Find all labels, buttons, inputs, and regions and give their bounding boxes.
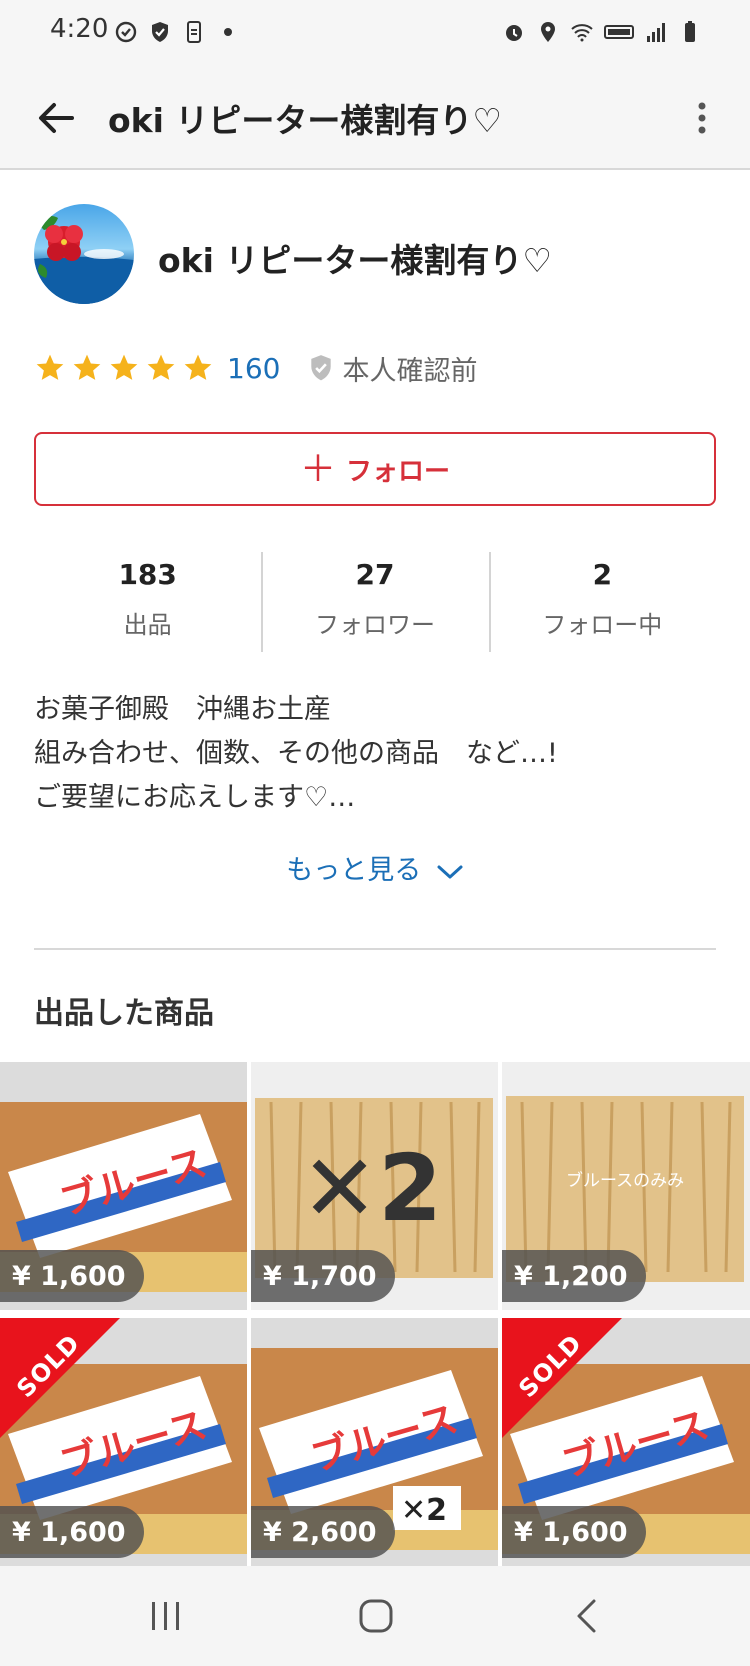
stats-row: 183 出品 27 フォロワー 2 フォロー中 (34, 552, 716, 652)
home-icon[interactable] (358, 1596, 394, 1636)
status-notification-icons (114, 20, 240, 44)
system-nav-bar (0, 1566, 750, 1666)
product-item[interactable]: ブルース ¥ 1,600 (0, 1062, 247, 1310)
bio-line: お菓子御殿 沖縄お土産 (34, 694, 331, 725)
hibiscus-image (34, 216, 134, 304)
product-image-extra-text: ✕2 (401, 1493, 447, 1528)
shield-icon (152, 22, 168, 42)
verification-status: 本人確認前 (308, 349, 477, 388)
phone-sync-icon (187, 21, 201, 43)
battery-icon (685, 21, 695, 42)
location-icon (541, 22, 555, 42)
avatar[interactable] (34, 204, 134, 304)
product-item[interactable]: ブルース SOLD ¥ 1,600 (0, 1318, 247, 1566)
price-tag: ¥ 1,600 (502, 1506, 646, 1558)
follow-button[interactable]: ＋ フォロー (34, 432, 716, 506)
section-title: 出品した商品 (34, 996, 214, 1031)
stat-label: フォロー中 (542, 611, 663, 639)
bio-line: ご要望にお応えします♡… (34, 782, 356, 813)
stat-listings[interactable]: 183 出品 (34, 552, 261, 652)
check-circle-icon (115, 21, 137, 43)
stat-followers[interactable]: 27 フォロワー (261, 552, 488, 652)
signal-icon (647, 23, 665, 42)
divider (34, 948, 716, 950)
back-arrow-icon[interactable] (28, 90, 84, 146)
alarm-icon (506, 25, 522, 41)
price-tag: ¥ 1,200 (502, 1250, 646, 1302)
product-image-text: ブルースのみみ (566, 1170, 684, 1191)
star-icon (147, 354, 175, 380)
status-time: 4:20 (50, 14, 109, 44)
plus-icon: ＋ (299, 448, 336, 489)
product-item[interactable]: ✕2 ¥ 1,700 (251, 1062, 498, 1310)
product-image-text: ✕2 (301, 1135, 442, 1242)
star-icon (110, 354, 138, 380)
price-tag: ¥ 1,700 (251, 1250, 395, 1302)
more-vertical-icon[interactable] (682, 90, 722, 146)
rating-count[interactable]: 160 (227, 352, 280, 385)
status-system-icons (502, 20, 702, 44)
bio-line: 組み合わせ、個数、その他の商品 など…! (34, 738, 558, 769)
recent-apps-icon[interactable] (146, 1598, 186, 1634)
dot-icon (224, 28, 232, 36)
app-bar: oki リピーター様割有り♡ (0, 66, 750, 170)
product-item[interactable]: ブルース ✕2 ¥ 2,600 (251, 1318, 498, 1566)
show-more-label: もっと見る (286, 855, 422, 886)
page-title: oki リピーター様割有り♡ (108, 101, 503, 140)
profile-bio: お菓子御殿 沖縄お土産 組み合わせ、個数、その他の商品 など…! ご要望にお応え… (34, 688, 716, 820)
profile-name: oki リピーター様割有り♡ (158, 241, 553, 280)
price-tag: ¥ 1,600 (0, 1506, 144, 1558)
stat-value: 27 (355, 558, 395, 591)
verification-label: 本人確認前 (342, 355, 478, 387)
price-tag: ¥ 2,600 (251, 1506, 395, 1558)
stat-label: 出品 (123, 611, 172, 639)
status-bar: 4:20 (0, 0, 750, 66)
star-icon (184, 354, 212, 380)
product-item[interactable]: ブルースのみみ ¥ 1,200 (502, 1062, 750, 1310)
stat-label: フォロワー (314, 611, 435, 639)
star-icon (73, 354, 101, 380)
shield-check-icon (311, 355, 332, 381)
stat-value: 2 (592, 558, 613, 591)
product-grid: ブルース ¥ 1,600 ✕2 ¥ 1,700 ブルースのみみ ¥ 1,200 … (0, 1062, 750, 1566)
back-icon[interactable] (574, 1596, 598, 1636)
star-icon (36, 354, 64, 380)
follow-label: フォロー (346, 455, 451, 486)
rating-row[interactable]: 160 本人確認前 (34, 348, 477, 388)
chevron-down-icon (437, 865, 463, 878)
stat-value: 183 (118, 558, 177, 591)
show-more-link[interactable]: もっと見る (0, 848, 750, 887)
product-item[interactable]: ブルース SOLD ¥ 1,600 (502, 1318, 750, 1566)
stat-following[interactable]: 2 フォロー中 (488, 552, 716, 652)
price-tag: ¥ 1,600 (0, 1250, 144, 1302)
wifi-icon (571, 24, 593, 42)
volte-icon (604, 25, 634, 39)
